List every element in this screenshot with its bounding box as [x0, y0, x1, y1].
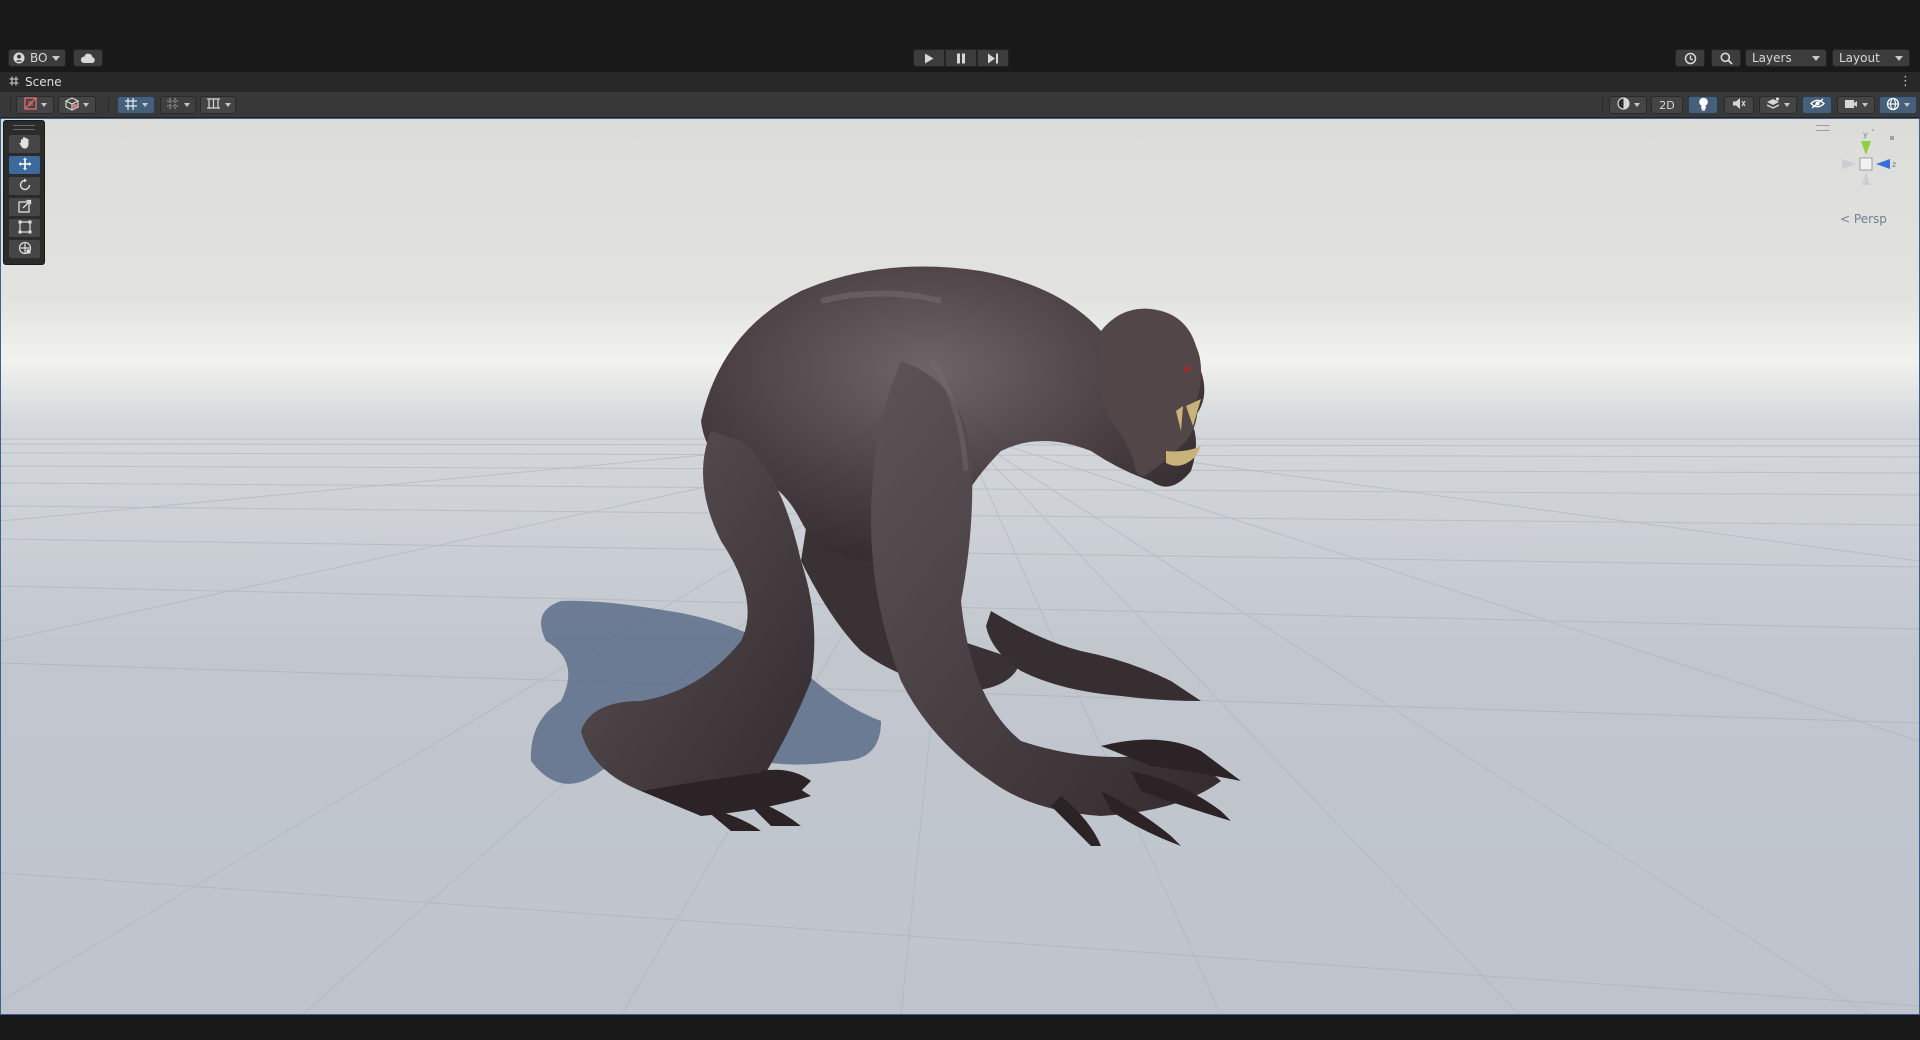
- main-toolbar: BO Layers Layout: [0, 46, 1920, 70]
- audio-toggle-button[interactable]: [1724, 96, 1754, 114]
- rect-tool[interactable]: [9, 219, 40, 237]
- scene-viewport[interactable]: y z: [0, 118, 1920, 1015]
- status-bar: [0, 1015, 1920, 1040]
- history-button[interactable]: [1675, 49, 1705, 67]
- chevron-down-icon: [184, 103, 190, 107]
- gizmo-globe-icon: [1886, 97, 1900, 114]
- move-arrows-icon: [18, 156, 32, 175]
- creature-eye: [1184, 366, 1190, 372]
- search-button[interactable]: [1711, 49, 1741, 67]
- account-button[interactable]: BO: [8, 49, 66, 67]
- chevron-down-icon: [1862, 103, 1868, 107]
- gizmo-z-axis: [1876, 159, 1890, 169]
- effects-stack-icon: [1766, 97, 1780, 113]
- user-icon: [13, 52, 25, 64]
- chevron-down-icon: [52, 55, 61, 61]
- chevron-down-icon: [1633, 103, 1640, 107]
- effects-button[interactable]: [1759, 96, 1797, 114]
- gizmo-x-axis: [1842, 159, 1856, 169]
- grid-icon: [9, 75, 19, 89]
- persp-text: Persp: [1853, 212, 1887, 226]
- step-icon: [987, 53, 999, 64]
- tab-scene[interactable]: Scene: [0, 72, 62, 92]
- lightbulb-icon: [1698, 97, 1709, 114]
- audio-mute-icon: [1732, 97, 1746, 113]
- chevron-down-icon: [1904, 103, 1910, 107]
- chevron-down-icon: [1895, 55, 1903, 61]
- rotate-icon: [18, 177, 32, 196]
- scene-tab-bar: Scene ⋮: [0, 72, 1920, 92]
- play-button[interactable]: [913, 49, 945, 67]
- move-tool[interactable]: [9, 156, 40, 174]
- lighting-toggle-button[interactable]: [1688, 96, 1718, 114]
- gizmo-y-axis: [1861, 141, 1871, 155]
- eye-off-icon: [1809, 98, 1825, 112]
- grid-snap-icon: [124, 97, 138, 114]
- grid-icon: [166, 97, 180, 114]
- history-icon: [1684, 52, 1697, 65]
- tools-overlay: [3, 120, 45, 265]
- persp-arrow-icon: <: [1840, 212, 1851, 226]
- layout-dropdown[interactable]: Layout: [1832, 49, 1910, 67]
- pause-button[interactable]: [945, 49, 977, 67]
- chevron-down-icon: [224, 103, 231, 107]
- toolbar-divider: [1602, 97, 1603, 113]
- toggle-2d-label: 2D: [1659, 98, 1675, 112]
- transform-tool[interactable]: [9, 240, 40, 258]
- orientation-gizmo[interactable]: y z: [1826, 129, 1906, 209]
- render-mode-button[interactable]: [58, 96, 96, 114]
- layers-label: Layers: [1752, 51, 1792, 65]
- account-label: BO: [30, 51, 48, 65]
- hidden-objects-toggle-button[interactable]: [1802, 96, 1832, 114]
- scene-render: [1, 266, 1919, 1014]
- tab-scene-label: Scene: [25, 75, 62, 89]
- svg-text:y: y: [1863, 130, 1868, 139]
- hand-icon: [18, 135, 32, 154]
- camera-icon: [1844, 98, 1858, 112]
- chevron-down-icon: [142, 103, 148, 107]
- increment-snap-button[interactable]: [200, 96, 236, 114]
- gizmo-drag-handle[interactable]: [1816, 125, 1830, 131]
- svg-text:z: z: [1892, 160, 1896, 169]
- draw-mode-icon: [23, 97, 37, 113]
- draw-mode-button[interactable]: [16, 96, 54, 114]
- cloud-icon: [80, 53, 96, 64]
- toolbar-divider: [108, 97, 109, 113]
- shading-mode-button[interactable]: [1609, 96, 1647, 114]
- shading-sphere-icon: [1616, 97, 1630, 113]
- toolbar-divider: [10, 97, 11, 113]
- camera-settings-button[interactable]: [1837, 96, 1875, 114]
- gizmos-button[interactable]: [1879, 96, 1917, 114]
- grid-snapping-button[interactable]: [117, 96, 155, 114]
- chevron-down-icon: [1812, 55, 1820, 61]
- scene-view-toolbar: 2D: [0, 92, 1920, 118]
- tools-drag-handle[interactable]: [13, 125, 35, 130]
- search-icon: [1720, 52, 1733, 65]
- cloud-button[interactable]: [73, 49, 103, 67]
- tab-menu-button[interactable]: ⋮: [1899, 74, 1912, 90]
- hand-tool[interactable]: [9, 135, 40, 153]
- projection-label[interactable]: < Persp: [1840, 212, 1887, 226]
- rotate-tool[interactable]: [9, 177, 40, 195]
- scale-tool[interactable]: [9, 198, 40, 216]
- chevron-down-icon: [83, 103, 89, 107]
- cube-icon: [65, 96, 79, 114]
- rect-transform-icon: [18, 219, 32, 238]
- transform-icon: [18, 240, 32, 259]
- play-icon: [924, 53, 934, 64]
- scale-icon: [17, 198, 32, 217]
- grid-visibility-button[interactable]: [160, 96, 196, 114]
- title-bar: [0, 0, 1920, 46]
- gizmo-neg-y-axis: [1862, 173, 1870, 185]
- pause-icon: [956, 53, 966, 64]
- chevron-down-icon: [1784, 103, 1790, 107]
- increment-snap-icon: [206, 97, 221, 113]
- layout-label: Layout: [1839, 51, 1880, 65]
- layers-dropdown[interactable]: Layers: [1745, 49, 1827, 67]
- chevron-down-icon: [40, 103, 47, 107]
- step-button[interactable]: [977, 49, 1009, 67]
- toggle-2d-button[interactable]: 2D: [1651, 96, 1683, 114]
